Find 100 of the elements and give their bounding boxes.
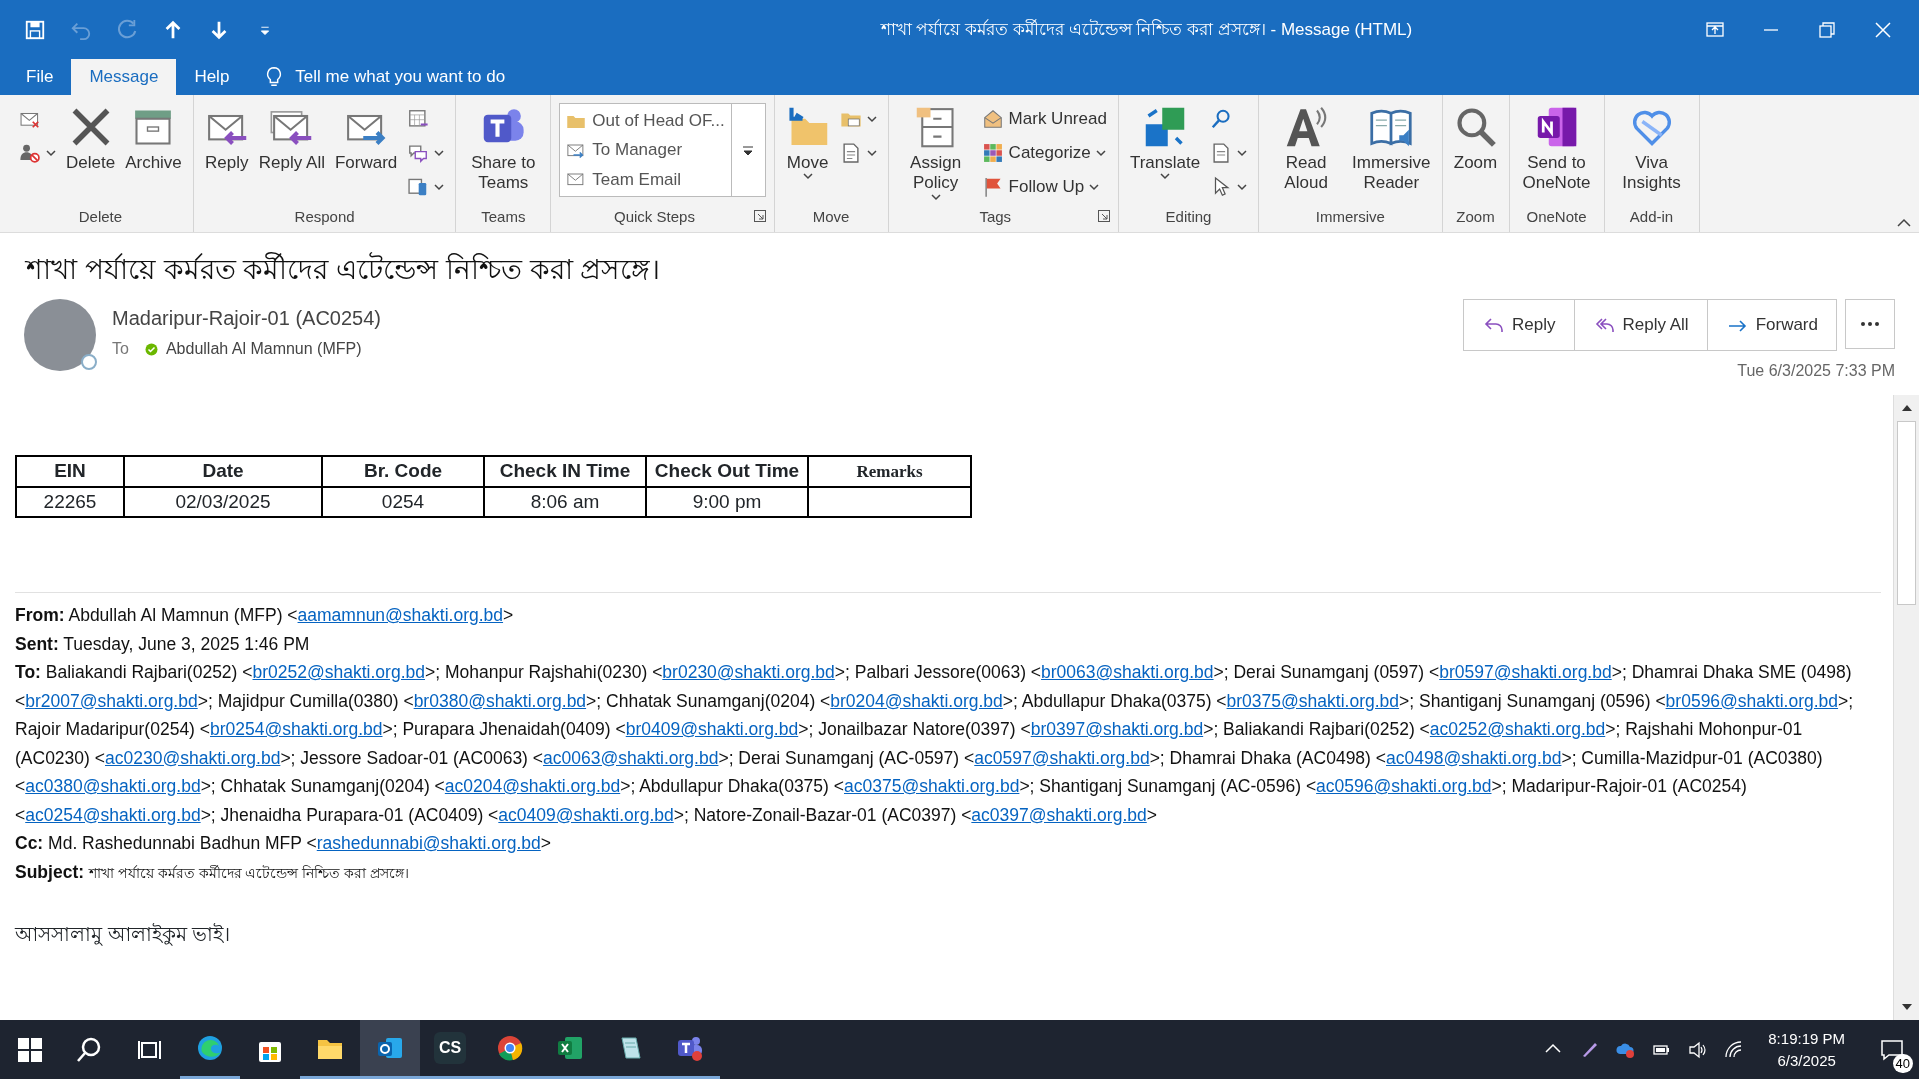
message-subject: শাখা পর্যায়ে কর্মরত কর্মীদের এটেন্ডেন্স নিশ্চিত করা প্রসঙ্গে। (23, 251, 662, 287)
spreadsheet-icon[interactable] (556, 1034, 584, 1062)
email-link[interactable]: br0597@shakti.org.bd (1439, 662, 1612, 682)
ribbon-button[interactable]: Viva Insights (1612, 103, 1691, 196)
ribbon-button[interactable]: Translate (1126, 103, 1204, 183)
header-line: Cc: Md. Rashedunnabi Badhun MFP <rashedunnabi@shakti.org.bd> (15, 832, 552, 855)
group-label: Tags (978, 207, 1013, 227)
tell-me-field[interactable]: Tell me what you want to do (293, 63, 554, 91)
quick-step[interactable]: To Manager (566, 135, 725, 165)
email-link[interactable]: br0254@shakti.org.bd (210, 719, 383, 739)
restore-icon[interactable] (1817, 19, 1837, 40)
email-link[interactable]: ac0063@shakti.org.bd (543, 747, 719, 768)
ribbon-button[interactable]: Categorize (978, 137, 1110, 169)
ribbon-button[interactable]: Delete (63, 103, 119, 176)
group-label: Immersive (1314, 207, 1386, 227)
caret-icon (866, 149, 877, 157)
read-aloud-icon (1284, 105, 1329, 149)
notifications-icon[interactable] (1880, 1038, 1904, 1061)
ribbon-button[interactable]: Read Aloud (1267, 103, 1346, 196)
to-label: To (112, 339, 129, 359)
menu-tab[interactable]: File (8, 59, 72, 95)
app-icon[interactable]: CS (434, 1032, 466, 1064)
table-cell: 02/03/2025 (124, 486, 322, 517)
ribbon-display-icon[interactable] (1705, 19, 1725, 40)
email-link[interactable]: br0409@shakti.org.bd (625, 719, 799, 739)
browser-icon[interactable] (196, 1034, 224, 1062)
ribbon-button[interactable]: Archive (122, 103, 185, 176)
email-link[interactable]: ac0230@shakti.org.bd (105, 747, 281, 768)
email-link[interactable]: ac0409@shakti.org.bd (498, 804, 674, 825)
caret-icon (46, 149, 56, 157)
email-link[interactable]: br0063@shakti.org.bd (1041, 662, 1214, 682)
ribbon-button[interactable]: Zoom (1450, 103, 1501, 176)
email-link[interactable]: rashedunnabi@shakti.org.bd (316, 833, 541, 853)
group-label: Add-in (1628, 207, 1675, 227)
menu-tab[interactable]: Help (176, 59, 248, 95)
table-header: Check IN Time (484, 456, 646, 487)
group-label: OneNote (1525, 207, 1588, 227)
email-link[interactable]: ac0204@shakti.org.bd (444, 776, 621, 796)
email-link[interactable]: ac0380@shakti.org.bd (25, 776, 201, 796)
message-date: Tue 6/3/2025 7:33 PM (1737, 361, 1895, 381)
caret-icon (1095, 149, 1106, 157)
ribbon-button[interactable]: Reply All (255, 103, 328, 176)
clock-time[interactable]: 8:19:19 PM (1768, 1027, 1845, 1050)
email-link[interactable]: ac0498@shakti.org.bd (1386, 747, 1562, 768)
email-link[interactable]: ac0597@shakti.org.bd (974, 747, 1150, 768)
ribbon-button[interactable]: Send to OneNote (1517, 103, 1596, 196)
close-icon[interactable] (1873, 19, 1893, 40)
ribbon-button[interactable]: Assign Policy (896, 103, 975, 203)
email-link[interactable]: br0596@shakti.org.bd (1665, 690, 1839, 711)
table-header: Date (124, 456, 322, 487)
email-link[interactable]: ac0254@shakti.org.bd (25, 804, 201, 825)
ribbon-button[interactable]: Forward (331, 103, 401, 176)
dialog-launcher-icon[interactable] (1097, 210, 1110, 222)
email-link[interactable]: br0375@shakti.org.bd (1226, 690, 1400, 711)
menu-tab[interactable]: Message (71, 59, 177, 95)
email-link[interactable]: ac0596@shakti.org.bd (1316, 776, 1492, 796)
collapse-ribbon-icon[interactable] (1897, 218, 1911, 228)
quick-step[interactable]: Out of Head OF... (566, 106, 725, 136)
email-link[interactable]: br0252@shakti.org.bd (252, 662, 425, 682)
email-link[interactable]: br0204@shakti.org.bd (830, 690, 1003, 711)
email-link[interactable]: aamamnun@shakti.org.bd (297, 605, 504, 625)
dialog-launcher-icon[interactable] (753, 210, 766, 222)
email-link[interactable]: br0397@shakti.org.bd (1030, 719, 1204, 739)
teams-icon[interactable] (676, 1034, 704, 1062)
caret-icon (434, 183, 445, 191)
ribbon-button[interactable]: Immersive Reader (1349, 103, 1434, 196)
group-label: Quick Steps (613, 207, 696, 227)
group-label: Respond (293, 207, 356, 227)
email-link[interactable]: ac0397@shakti.org.bd (971, 804, 1147, 825)
scroll-up-icon[interactable] (1901, 405, 1912, 411)
quick-step[interactable]: Team Email (566, 164, 725, 194)
email-link[interactable]: br2007@shakti.org.bd (25, 690, 198, 711)
email-link[interactable]: br0380@shakti.org.bd (413, 690, 587, 711)
email-link[interactable]: br0230@shakti.org.bd (662, 662, 835, 682)
table-header: EIN (16, 456, 124, 487)
save-icon[interactable] (24, 18, 46, 41)
available-status-icon (144, 342, 158, 356)
more-icon (742, 144, 755, 157)
ribbon-button[interactable]: Reply (201, 103, 252, 176)
notification-count: 40 (1892, 1053, 1913, 1073)
volume-icon[interactable] (1688, 1039, 1709, 1060)
browser-icon[interactable] (496, 1034, 524, 1062)
group-label: Move (811, 207, 851, 227)
caret-icon (1237, 149, 1248, 157)
calendar-icon (407, 108, 430, 130)
chat-bubbles-icon (407, 142, 430, 164)
scrollbar-thumb[interactable] (1897, 421, 1916, 605)
table-cell: 8:06 am (484, 486, 646, 517)
header-line: Sent: Tuesday, June 3, 2025 1:46 PM (15, 632, 311, 656)
ribbon-button[interactable]: Mark Unread (978, 103, 1110, 135)
ribbon-button[interactable]: Share to Teams (464, 103, 543, 196)
category-grid-icon (981, 142, 1004, 164)
scroll-down-icon[interactable] (1901, 1004, 1912, 1010)
email-link[interactable]: ac0252@shakti.org.bd (1429, 719, 1606, 739)
ribbon-button[interactable]: Move (782, 103, 833, 183)
windows-logo-icon[interactable] (16, 1035, 44, 1064)
ribbon-button[interactable]: Follow Up (978, 171, 1110, 203)
clock-date[interactable]: 6/3/2025 (1768, 1049, 1845, 1072)
header-line: Subject: শাখা পর্যায়ে কর্মরত কর্মীদের এটেন্ডেন্স নিশ্চিত করা প্রসঙ্গে। (15, 860, 411, 884)
email-link[interactable]: ac0375@shakti.org.bd (844, 776, 1020, 796)
